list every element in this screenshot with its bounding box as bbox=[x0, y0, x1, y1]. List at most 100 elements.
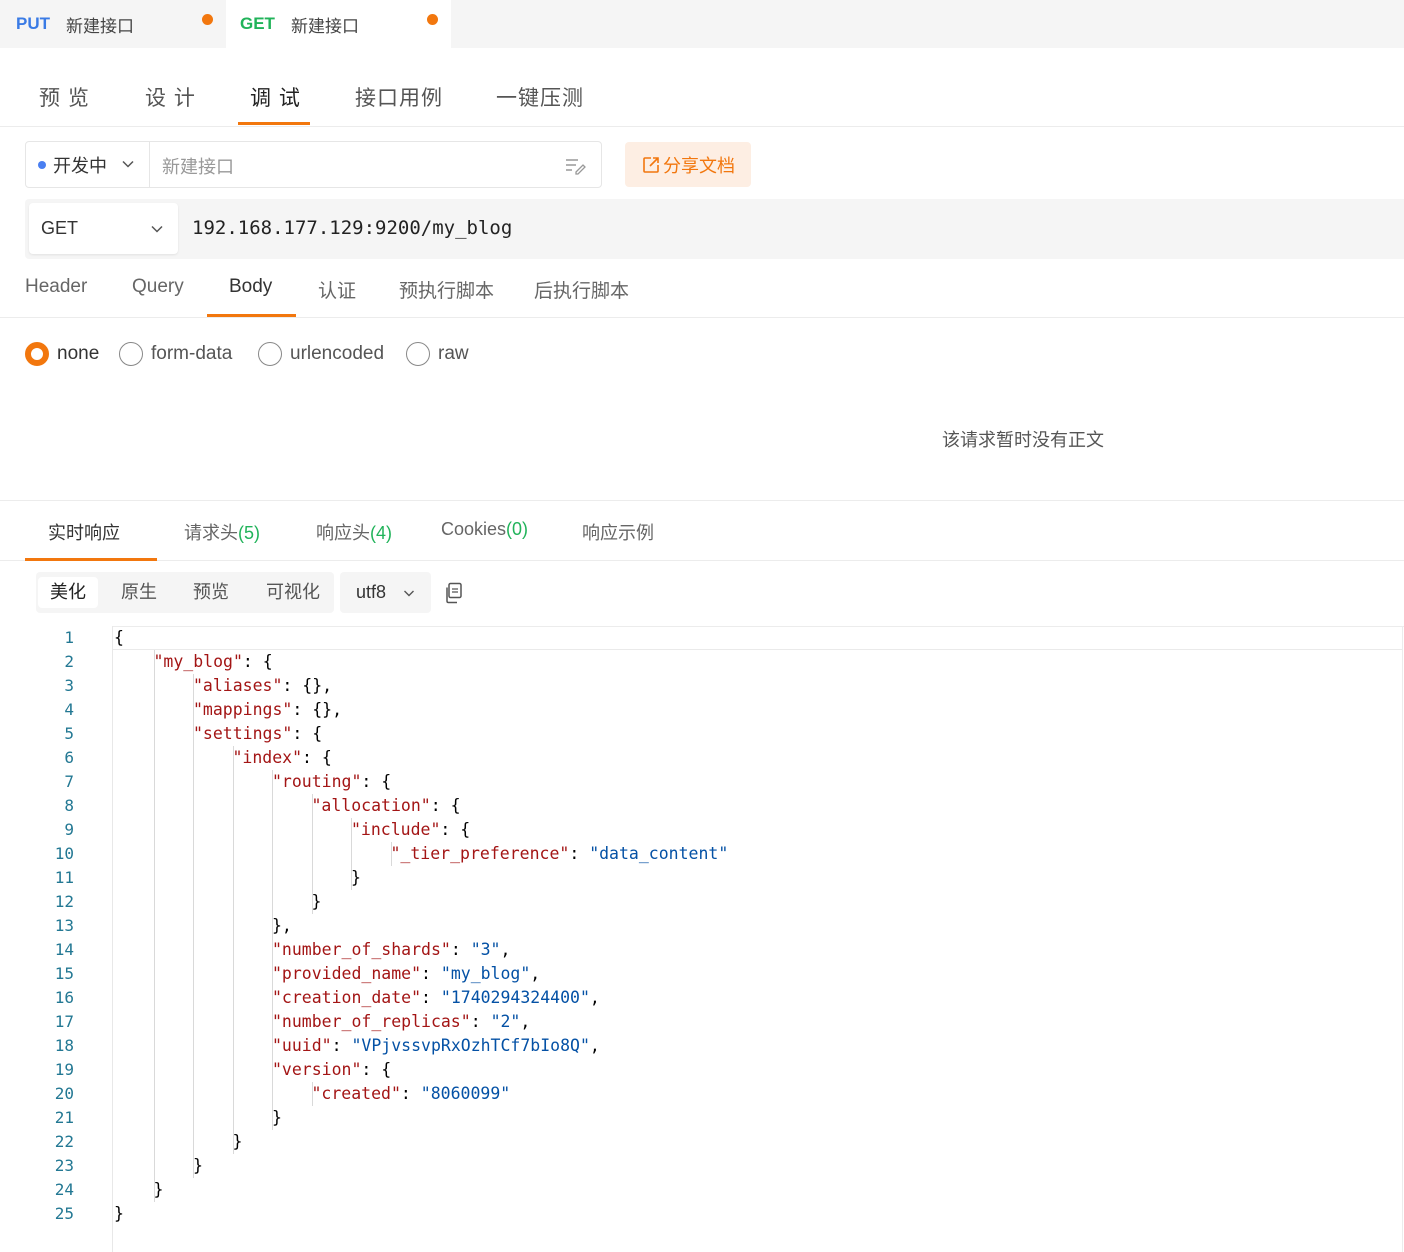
radio-label: urlencoded bbox=[290, 343, 385, 364]
tab-auth[interactable]: 认证 bbox=[318, 276, 356, 303]
radio-unchecked-icon bbox=[119, 342, 143, 366]
tab-query[interactable]: Query bbox=[132, 276, 184, 298]
code-line: "my_blog": { bbox=[154, 650, 273, 674]
radio-raw[interactable]: raw bbox=[406, 342, 469, 366]
tab-stress-test[interactable]: 一键压测 bbox=[496, 82, 584, 112]
view-visualize-button[interactable]: 可视化 bbox=[254, 577, 332, 608]
line-number: 7 bbox=[64, 772, 74, 791]
line-number: 24 bbox=[54, 1180, 74, 1199]
line-number: 4 bbox=[64, 700, 74, 719]
tab-preview[interactable]: 预 览 bbox=[39, 82, 90, 112]
tab-api-cases[interactable]: 接口用例 bbox=[355, 82, 443, 112]
method-select[interactable]: GET bbox=[29, 203, 178, 254]
active-tab-indicator bbox=[25, 558, 157, 561]
status-dot-icon bbox=[38, 160, 46, 169]
json-punctuation: , bbox=[530, 964, 541, 983]
tab-header[interactable]: Header bbox=[25, 276, 87, 298]
url-input[interactable]: 192.168.177.129:9200/my_blog bbox=[192, 217, 512, 239]
tab-label: 响应示例 bbox=[582, 523, 654, 543]
code-line: } bbox=[193, 1154, 203, 1178]
line-number: 17 bbox=[54, 1012, 74, 1031]
indent-guide bbox=[351, 818, 352, 890]
indent-guide bbox=[390, 842, 392, 866]
request-param-tab-bar bbox=[0, 260, 1404, 318]
empty-body-message: 该请求暂时没有正文 bbox=[942, 430, 1104, 450]
tab-response-headers[interactable]: 响应头(4) bbox=[316, 519, 392, 545]
line-number: 5 bbox=[64, 724, 74, 743]
json-punctuation: : bbox=[331, 1036, 352, 1055]
json-punctuation: : { bbox=[242, 652, 273, 671]
code-right-border bbox=[1402, 626, 1403, 1252]
code-line: "mappings": {}, bbox=[193, 698, 342, 722]
tab-design[interactable]: 设 计 bbox=[145, 82, 196, 112]
response-code-viewer[interactable]: 1{2 "my_blog": {3 "aliases": {}, 4 "mappings… bbox=[0, 626, 1404, 1252]
line-number: 10 bbox=[54, 844, 74, 863]
line-number: 18 bbox=[54, 1036, 74, 1055]
doc-tab-method: PUT bbox=[16, 14, 50, 33]
json-punctuation: }, bbox=[272, 916, 292, 935]
json-punctuation: : { bbox=[440, 820, 471, 839]
json-string: "1740294324400" bbox=[440, 988, 590, 1007]
tab-count: (4) bbox=[370, 523, 392, 543]
edit-description-icon[interactable] bbox=[565, 155, 587, 175]
tab-cookies[interactable]: Cookies(0) bbox=[441, 519, 528, 540]
chevron-down-icon bbox=[151, 225, 163, 233]
tab-pre-script[interactable]: 预执行脚本 bbox=[399, 276, 494, 303]
doc-tab-name: 新建接口 bbox=[66, 16, 134, 36]
api-name-input[interactable]: 新建接口 bbox=[162, 153, 234, 179]
copy-icon[interactable] bbox=[444, 582, 464, 604]
line-number: 20 bbox=[54, 1084, 74, 1103]
tab-response-examples[interactable]: 响应示例 bbox=[582, 519, 654, 545]
json-key: "version" bbox=[272, 1060, 362, 1079]
json-key: "aliases" bbox=[193, 676, 283, 695]
doc-tab-get[interactable]: GET 新建接口 bbox=[226, 0, 451, 48]
code-line: "_tier_preference": "data_content" bbox=[391, 842, 729, 866]
view-pretty-button[interactable]: 美化 bbox=[38, 577, 98, 608]
json-punctuation: } bbox=[114, 1204, 124, 1223]
code-line: "created": "8060099" bbox=[312, 1082, 511, 1106]
indent-guide bbox=[193, 674, 194, 1178]
code-line: "allocation": { bbox=[312, 794, 461, 818]
tab-post-script[interactable]: 后执行脚本 bbox=[534, 276, 629, 303]
unsaved-dot-icon bbox=[202, 14, 213, 25]
doc-tab-put[interactable]: PUT 新建接口 bbox=[0, 0, 225, 48]
method-value: GET bbox=[41, 218, 79, 238]
json-punctuation: } bbox=[153, 1180, 164, 1199]
tab-request-headers[interactable]: 请求头(5) bbox=[184, 519, 260, 545]
json-punctuation: { bbox=[114, 628, 124, 647]
share-doc-button[interactable]: 分享文档 bbox=[625, 142, 751, 187]
code-line: } bbox=[351, 866, 361, 890]
line-number: 14 bbox=[54, 940, 74, 959]
code-line: "aliases": {}, bbox=[193, 674, 332, 698]
share-label: 分享文档 bbox=[663, 155, 735, 176]
tab-count: (0) bbox=[506, 519, 529, 539]
code-line: "index": { bbox=[233, 746, 332, 770]
tab-body[interactable]: Body bbox=[229, 276, 272, 298]
code-line: "include": { bbox=[351, 818, 470, 842]
json-punctuation: : bbox=[450, 940, 471, 959]
status-select[interactable]: 开发中 bbox=[26, 142, 150, 187]
json-punctuation: } bbox=[311, 892, 322, 911]
tab-label: Cookies bbox=[441, 519, 507, 539]
json-key: "index" bbox=[232, 748, 303, 767]
json-string: "my_blog" bbox=[440, 964, 531, 983]
line-number: 16 bbox=[54, 988, 74, 1007]
radio-form-data[interactable]: form-data bbox=[119, 342, 232, 366]
code-line: "uuid": "VPjvssvpRxOzhTCf7bIo8Q", bbox=[272, 1034, 600, 1058]
radio-urlencoded[interactable]: urlencoded bbox=[258, 342, 384, 366]
tab-live-response[interactable]: 实时响应 bbox=[48, 519, 120, 545]
code-line: { bbox=[114, 626, 124, 650]
json-key: "_tier_preference" bbox=[390, 844, 570, 863]
radio-label: form-data bbox=[151, 343, 233, 364]
view-raw-button[interactable]: 原生 bbox=[109, 577, 169, 608]
json-punctuation: : {}, bbox=[292, 700, 343, 719]
tab-label: 实时响应 bbox=[48, 523, 120, 543]
tab-debug[interactable]: 调 试 bbox=[250, 82, 301, 112]
json-punctuation: , bbox=[589, 1036, 600, 1055]
mode-tab-bar bbox=[0, 48, 1404, 127]
indent-guide bbox=[232, 746, 234, 1154]
encoding-select[interactable]: utf8 bbox=[340, 572, 431, 613]
radio-none[interactable]: none bbox=[25, 342, 99, 366]
view-preview-button[interactable]: 预览 bbox=[181, 577, 241, 608]
code-line: "number_of_shards": "3", bbox=[272, 938, 510, 962]
